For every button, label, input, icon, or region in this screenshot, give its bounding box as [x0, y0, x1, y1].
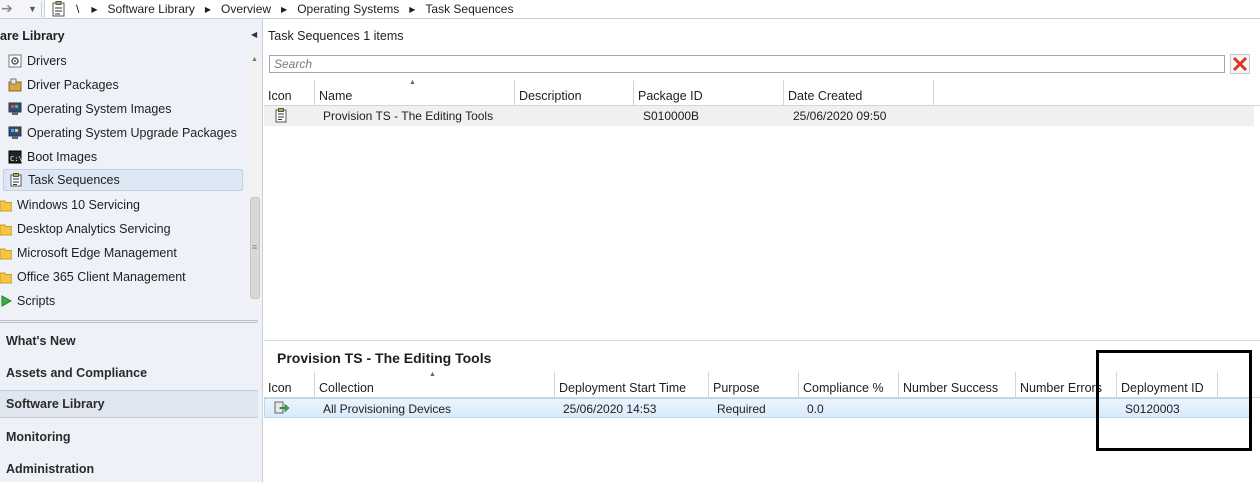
navigation-pane: are Library ◀ Drivers Driver Packages Op… [0, 19, 263, 482]
workspace-administration[interactable]: Administration [0, 455, 258, 482]
chevron-right-icon[interactable]: ▶ [205, 5, 211, 14]
column-number-success[interactable]: Number Success [899, 372, 1016, 398]
tree-item-os-upgrade-packages[interactable]: Operating System Upgrade Packages [8, 122, 237, 144]
table-row[interactable]: Provision TS - The Editing Tools S010000… [264, 106, 1254, 126]
column-deployment-start-time[interactable]: Deployment Start Time [555, 372, 709, 398]
workspace-monitoring[interactable]: Monitoring [0, 423, 258, 451]
column-icon[interactable]: Icon [264, 80, 315, 106]
tree-item-label: Operating System Upgrade Packages [27, 126, 237, 140]
breadcrumb: \ ▶ Software Library ▶ Overview ▶ Operat… [76, 0, 513, 18]
search-input[interactable]: Search [269, 55, 1225, 73]
chevron-right-icon[interactable]: ▶ [91, 5, 97, 14]
folder-icon [0, 272, 12, 284]
breadcrumb-task-sequences[interactable]: Task Sequences [425, 2, 513, 16]
address-bar: ➔ ▼ \ ▶ Software Library ▶ Overview ▶ Op… [0, 0, 1260, 19]
breadcrumb-overview[interactable]: Overview [221, 2, 271, 16]
tree-item-label: Desktop Analytics Servicing [17, 222, 171, 236]
clear-search-icon[interactable] [1230, 54, 1250, 74]
scroll-up-icon[interactable]: ▲ [251, 56, 258, 63]
deployment-id-highlight [1096, 350, 1252, 451]
tree-item-boot-images[interactable]: C:\ Boot Images [8, 146, 97, 168]
task-sequence-icon [275, 108, 287, 123]
history-dropdown-icon[interactable]: ▼ [24, 1, 42, 17]
os-image-icon [8, 102, 22, 115]
workspace-splitter[interactable] [0, 320, 258, 323]
folder-icon [0, 200, 12, 212]
breadcrumb-software-library[interactable]: Software Library [108, 2, 195, 16]
breadcrumb-root[interactable]: \ [76, 2, 79, 16]
chevron-right-icon[interactable]: ▶ [409, 5, 415, 14]
tree-item-label: Drivers [27, 54, 67, 68]
sort-ascending-icon: ▲ [429, 371, 436, 378]
column-date-created[interactable]: Date Created [784, 80, 934, 106]
tree-item-office-365-client-management[interactable]: Office 365 Client Management [0, 266, 186, 288]
tree-item-driver-packages[interactable]: Driver Packages [8, 74, 119, 96]
column-package-id[interactable]: Package ID [634, 80, 784, 106]
workspace-assets-and-compliance[interactable]: Assets and Compliance [0, 359, 258, 387]
cell-name: Provision TS - The Editing Tools [323, 109, 494, 123]
tree-item-label: Operating System Images [27, 102, 172, 116]
chevron-right-icon[interactable]: ▶ [281, 5, 287, 14]
column-purpose[interactable]: Purpose [709, 372, 799, 398]
task-sequence-icon [52, 1, 66, 17]
driver-package-icon [8, 78, 22, 92]
tree-item-label: Scripts [17, 294, 56, 308]
driver-icon [8, 54, 22, 68]
column-compliance[interactable]: Compliance % [799, 372, 899, 398]
breadcrumb-operating-systems[interactable]: Operating Systems [297, 2, 399, 16]
sort-ascending-icon: ▲ [409, 79, 416, 86]
pane-splitter[interactable] [264, 340, 1260, 341]
column-description[interactable]: Description [515, 80, 634, 106]
deployment-icon [274, 401, 290, 414]
folder-icon [0, 224, 12, 236]
boot-image-icon: C:\ [8, 150, 22, 164]
tree-item-desktop-analytics-servicing[interactable]: Desktop Analytics Servicing [0, 218, 171, 240]
collapse-pane-icon[interactable]: ◀ [251, 30, 257, 39]
results-pane: Task Sequences 1 items Search Icon Name … [264, 19, 1260, 482]
tree-item-label: Driver Packages [27, 78, 119, 92]
tree-item-os-images[interactable]: Operating System Images [8, 98, 172, 120]
cell-package-id: S010000B [643, 109, 700, 123]
detail-title: Provision TS - The Editing Tools [277, 350, 492, 366]
tree-item-windows-10-servicing[interactable]: Windows 10 Servicing [0, 194, 140, 216]
scrollbar-thumb[interactable]: ≡ [250, 197, 260, 299]
tree-item-label: Boot Images [27, 150, 98, 164]
cell-deployment-start-time: 25/06/2020 14:53 [563, 402, 657, 416]
tree-item-label: Task Sequences [28, 173, 120, 187]
list-header: Icon Name Description Package ID Date Cr… [264, 79, 1260, 106]
cell-date-created: 25/06/2020 09:50 [793, 109, 887, 123]
cell-compliance: 0.0 [807, 402, 824, 416]
tree-item-label: Office 365 Client Management [17, 270, 186, 284]
cell-purpose: Required [717, 402, 766, 416]
folder-icon [0, 248, 12, 260]
tree-item-scripts[interactable]: Scripts [0, 290, 55, 312]
tree-item-label: Windows 10 Servicing [17, 198, 140, 212]
tree-item-label: Microsoft Edge Management [17, 246, 177, 260]
task-sequence-icon [10, 173, 22, 187]
tree-item-drivers[interactable]: Drivers [8, 50, 67, 72]
back-arrow-icon[interactable]: ➔ [0, 0, 20, 18]
os-upgrade-icon [8, 126, 22, 139]
list-title: Task Sequences 1 items [268, 29, 404, 43]
tree-scrollbar[interactable]: ▲ ≡ [248, 52, 262, 304]
column-icon[interactable]: Icon [264, 372, 315, 398]
tree-item-microsoft-edge-management[interactable]: Microsoft Edge Management [0, 242, 177, 264]
navigation-pane-title: are Library [0, 29, 65, 43]
script-icon [1, 295, 12, 307]
workspace-software-library[interactable]: Software Library [0, 390, 258, 418]
tree-item-task-sequences[interactable]: Task Sequences [3, 169, 243, 191]
svg-text:C:\: C:\ [10, 155, 22, 163]
workspace-whats-new[interactable]: What's New [0, 327, 258, 355]
grip-icon: ≡ [252, 242, 258, 252]
cell-collection: All Provisioning Devices [323, 402, 452, 416]
